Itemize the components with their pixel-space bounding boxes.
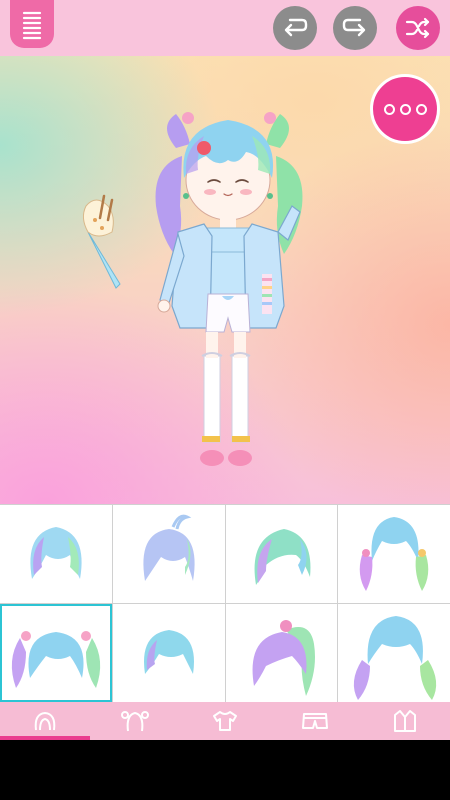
category-tabbar: [0, 702, 450, 740]
tab-hairstyle[interactable]: [90, 702, 180, 740]
tab-shirt[interactable]: [180, 702, 270, 740]
hairstyle-icon: [121, 711, 149, 732]
hair-thumbnail: [252, 620, 315, 696]
character-canvas: [0, 56, 450, 504]
face-hair-icon: [34, 711, 56, 731]
hair-thumbnail: [143, 514, 195, 581]
shuffle-icon: [405, 17, 430, 39]
list-menu-icon: [22, 11, 42, 40]
tab-face-hair[interactable]: [0, 702, 90, 740]
more-dot: [415, 103, 427, 115]
hairstyle-grid: [0, 504, 450, 702]
tab-jacket[interactable]: [360, 702, 450, 740]
hair-option-5[interactable]: [0, 604, 112, 702]
strawberry-clip: [197, 141, 211, 155]
top-toolbar: [0, 0, 450, 56]
shorts-icon: [302, 713, 328, 729]
system-nav-bar: [0, 740, 450, 800]
hair-thumbnail: [360, 517, 429, 591]
hair-thumbnail: [354, 616, 437, 700]
more-dots-icon: [383, 103, 395, 115]
hair-thumbnail: [254, 529, 310, 585]
redo-button[interactable]: [333, 6, 377, 50]
hair-option-1[interactable]: [0, 505, 112, 603]
hair-thumbnail: [30, 527, 82, 579]
hair-option-4[interactable]: [338, 505, 450, 603]
menu-button[interactable]: [10, 0, 54, 48]
hair-thumbnail: [11, 631, 101, 688]
tab-shorts[interactable]: [270, 702, 360, 740]
more-options-button[interactable]: [370, 74, 440, 144]
shirt-icon: [213, 711, 237, 731]
shuffle-button[interactable]: [396, 6, 440, 50]
shoes: [200, 450, 224, 466]
hair-option-8[interactable]: [338, 604, 450, 702]
hair-option-3[interactable]: [225, 505, 338, 603]
hair-option-6[interactable]: [112, 604, 225, 702]
undo-button[interactable]: [273, 6, 317, 50]
jacket-icon: [394, 710, 416, 732]
ice-cream-accessory: [82, 194, 121, 289]
undo-icon: [284, 18, 308, 37]
redo-icon: [342, 18, 366, 37]
hair-thumbnail: [143, 630, 194, 674]
hair-option-2[interactable]: [112, 505, 225, 603]
hair-option-7[interactable]: [225, 604, 338, 702]
more-dot: [399, 103, 411, 115]
